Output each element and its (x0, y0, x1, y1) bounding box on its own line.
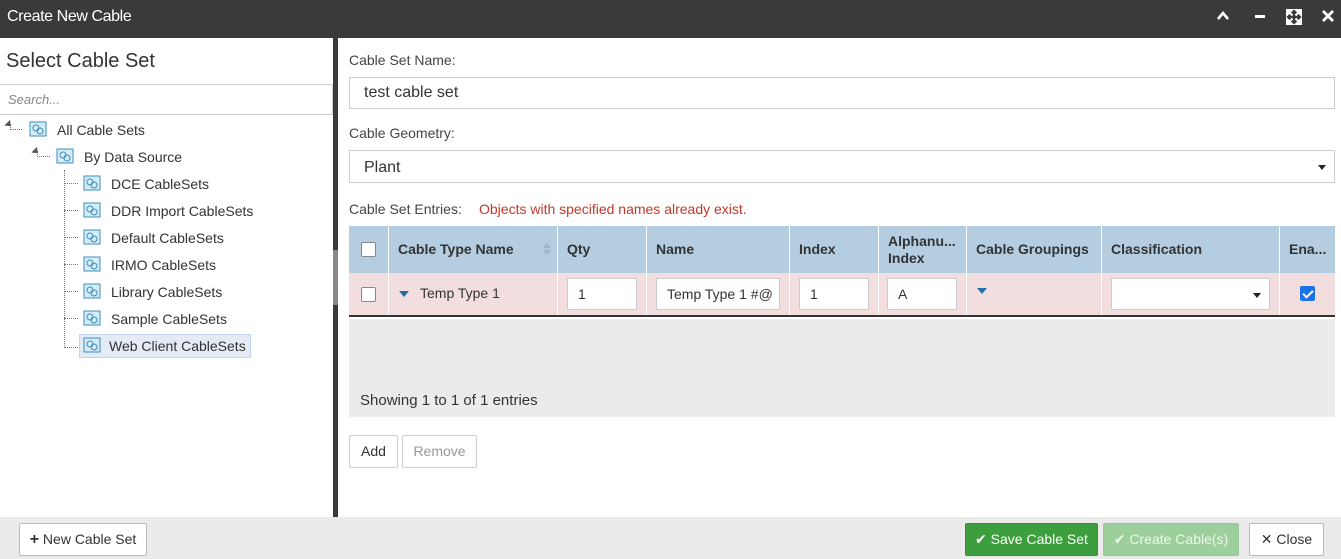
sort-icon (543, 243, 551, 255)
cable-set-name-label: Cable Set Name: (349, 52, 456, 68)
cell-classification (1102, 273, 1280, 315)
cell-cable-groupings (967, 273, 1102, 315)
cable-geometry-select[interactable]: Plant (349, 150, 1335, 183)
check-icon: ✔ (975, 531, 987, 547)
cable-set-icon (83, 229, 101, 245)
save-cable-set-button[interactable]: ✔ Save Cable Set (965, 523, 1098, 556)
tree-connector (64, 264, 78, 265)
dropdown-arrow-icon[interactable] (977, 288, 987, 294)
minimize-icon[interactable] (1250, 9, 1270, 29)
panel-heading: Select Cable Set (6, 50, 155, 72)
close-icon: ✕ (1260, 531, 1273, 547)
entries-label: Cable Set Entries: (349, 201, 462, 217)
cable-set-tree-panel: Select Cable Set All Cable Sets By Data … (0, 38, 333, 517)
cable-type-name-text: Temp Type 1 (420, 285, 500, 301)
cell-name (647, 273, 790, 315)
error-message: Objects with specified names already exi… (479, 201, 747, 217)
cell-qty (558, 273, 647, 315)
tree-node-label: IRMO CableSets (111, 257, 217, 273)
classification-select[interactable] (1111, 278, 1270, 310)
header-cable-type-name[interactable]: Cable Type Name (389, 226, 558, 273)
close-icon[interactable] (1318, 9, 1338, 29)
collapse-icon[interactable] (1213, 9, 1233, 29)
cell-cable-type-name: Temp Type 1 (389, 273, 558, 315)
tree-node-label: By Data Source (84, 149, 183, 165)
cable-set-name-input[interactable] (349, 77, 1335, 109)
cell-index (790, 273, 879, 315)
header-select-all-cell (349, 226, 389, 273)
header-classification[interactable]: Classification (1102, 226, 1280, 273)
row-select-checkbox[interactable] (361, 287, 376, 302)
search-input[interactable] (0, 84, 333, 115)
select-all-checkbox[interactable] (361, 242, 376, 257)
window-titlebar: Create New Cable (0, 0, 1341, 38)
chevron-down-icon (1253, 293, 1261, 298)
dropdown-arrow-icon[interactable] (399, 291, 409, 297)
index-input[interactable] (799, 278, 869, 310)
name-input[interactable] (656, 278, 780, 310)
cable-set-icon (29, 121, 47, 137)
header-name[interactable]: Name (647, 226, 790, 273)
tree-node-label: Library CableSets (111, 284, 223, 300)
row-select-cell (349, 273, 389, 315)
header-enabled[interactable]: Ena... (1280, 226, 1335, 273)
cable-set-icon (83, 175, 101, 191)
tree-node-label: Web Client CableSets (79, 334, 251, 358)
cell-alphanumeric-index (879, 273, 967, 315)
cable-set-icon (83, 256, 101, 272)
tree-connector (64, 170, 78, 348)
cable-set-icon (83, 283, 101, 299)
add-entry-button[interactable]: Add (349, 435, 398, 468)
cable-geometry-label: Cable Geometry: (349, 125, 455, 141)
grid-info: Showing 1 to 1 of 1 entries (360, 392, 538, 409)
tree-node-label: Sample CableSets (111, 311, 227, 327)
header-qty[interactable]: Qty (558, 226, 647, 273)
header-cable-groupings[interactable]: Cable Groupings (967, 226, 1102, 273)
cable-set-icon (83, 310, 101, 326)
tree-connector (64, 183, 78, 184)
tree-node-label: All Cable Sets (57, 122, 145, 138)
remove-entry-button[interactable]: Remove (402, 435, 477, 468)
create-cables-button[interactable]: ✔ Create Cable(s) (1103, 523, 1239, 556)
grid-body-empty: Showing 1 to 1 of 1 entries (349, 319, 1335, 417)
window-title: Create New Cable (7, 8, 132, 25)
tree-connector (64, 291, 78, 292)
cable-set-form: Cable Set Name: Cable Geometry: Plant Ca… (338, 38, 1341, 517)
close-button[interactable]: ✕ Close (1249, 523, 1324, 556)
cable-set-icon (56, 148, 74, 164)
header-alphanumeric-index[interactable]: Alphanu... Index (879, 226, 967, 273)
tree-node-label: Default CableSets (111, 230, 224, 246)
cell-enabled (1280, 273, 1335, 315)
tree-connector (64, 318, 78, 319)
alphanumeric-index-input[interactable] (887, 278, 957, 310)
cable-set-icon (83, 337, 101, 353)
cable-set-icon (83, 202, 101, 218)
qty-input[interactable] (567, 278, 637, 310)
table-row: Temp Type 1 (349, 273, 1335, 317)
entries-grid-header: Cable Type Name Qty Name Index Alphanu..… (349, 226, 1335, 273)
check-icon: ✔ (1113, 531, 1126, 547)
tree-node-label: DDR Import CableSets (111, 203, 254, 219)
cable-geometry-value: Plant (364, 159, 401, 176)
tree-node-label: DCE CableSets (111, 176, 210, 192)
new-cable-set-button[interactable]: + New Cable Set (19, 523, 147, 556)
tree-connector (64, 237, 78, 238)
header-index[interactable]: Index (790, 226, 879, 273)
enabled-checkbox[interactable] (1300, 286, 1315, 301)
tree-connector (64, 210, 78, 211)
plus-icon: + (29, 531, 40, 548)
maximize-icon[interactable] (1284, 9, 1304, 29)
dialog-footer: + New Cable Set ✔ Save Cable Set ✔ Creat… (0, 517, 1341, 559)
chevron-down-icon (1318, 165, 1326, 170)
